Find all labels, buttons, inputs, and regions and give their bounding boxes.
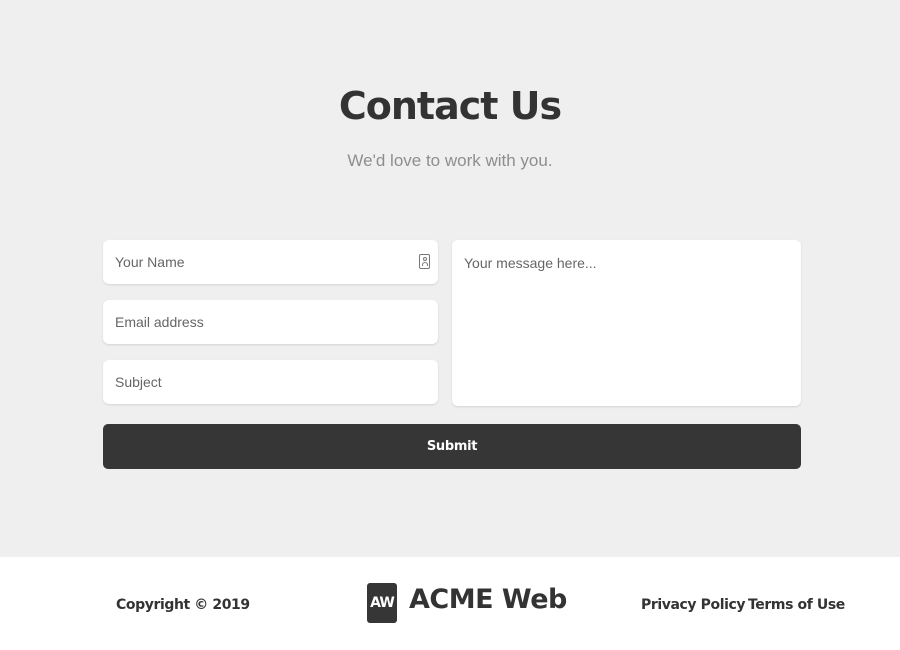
logo-text: ACME Web bbox=[409, 584, 567, 615]
message-textarea[interactable] bbox=[452, 240, 801, 406]
privacy-policy-link[interactable]: Privacy Policy bbox=[641, 597, 746, 613]
page-title: Contact Us bbox=[338, 84, 562, 128]
subject-input[interactable] bbox=[103, 360, 438, 404]
page-subtitle: We'd love to work with you. bbox=[347, 151, 553, 170]
logo-mark: AW bbox=[367, 583, 397, 623]
copyright-text: Copyright © 2019 bbox=[116, 597, 250, 613]
footer: Copyright © 2019 AW ACME Web Privacy Pol… bbox=[0, 557, 900, 650]
submit-button[interactable]: Submit bbox=[103, 424, 801, 469]
terms-of-use-link[interactable]: Terms of Use bbox=[748, 597, 845, 613]
contact-section: Contact Us We'd love to work with you. S… bbox=[0, 0, 900, 557]
name-input[interactable] bbox=[103, 240, 438, 284]
email-input[interactable] bbox=[103, 300, 438, 344]
